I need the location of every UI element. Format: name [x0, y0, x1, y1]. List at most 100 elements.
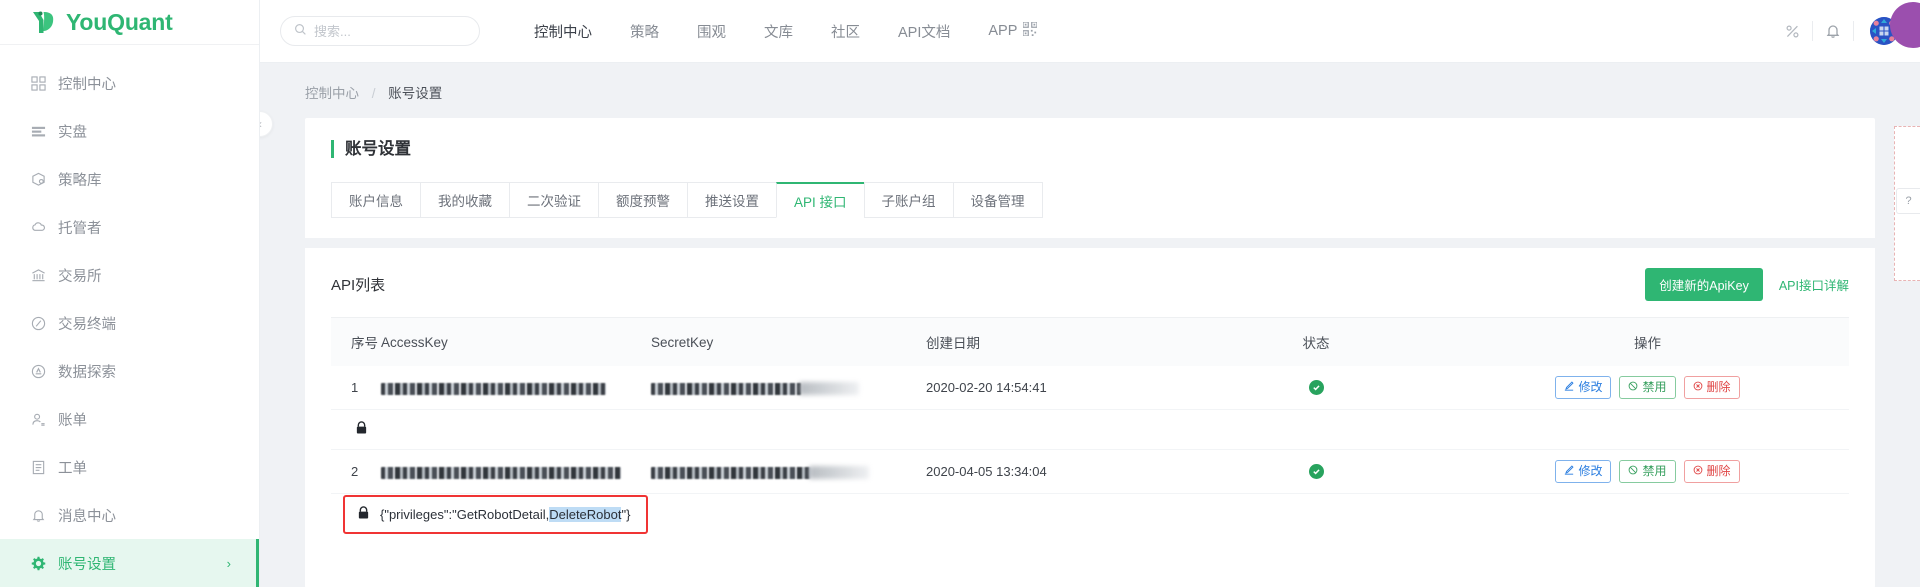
list-icon: [30, 123, 47, 140]
tab-favorites[interactable]: 我的收藏: [420, 182, 509, 218]
divider: [1853, 21, 1854, 41]
ban-icon: [1628, 464, 1638, 479]
sidebar-item-label: 账单: [58, 412, 87, 429]
notification-bell-icon[interactable]: [1813, 23, 1853, 39]
sidebar-item-trading-terminal[interactable]: 交易终端: [0, 299, 259, 347]
edit-button[interactable]: 修改: [1555, 460, 1612, 483]
sidebar-item-hosts[interactable]: 托管者: [0, 203, 259, 251]
masked-value: [381, 382, 606, 395]
brand-logo-area[interactable]: YouQuant: [0, 0, 259, 45]
top-menu-item-dashboard[interactable]: 控制中心: [515, 21, 611, 42]
search-box[interactable]: [280, 16, 480, 46]
masked-tail: [809, 466, 869, 480]
privileges-suffix: "}: [621, 506, 631, 522]
top-menu-item-strategy[interactable]: 策略: [611, 21, 678, 42]
disable-button[interactable]: 禁用: [1619, 460, 1676, 483]
lock-icon: [355, 421, 368, 438]
search-icon: [294, 23, 307, 39]
row-index: 1: [351, 380, 359, 395]
sidebar-item-strategy-library[interactable]: 策略库: [0, 155, 259, 203]
delete-button[interactable]: 删除: [1683, 376, 1740, 399]
button-label: 删除: [1706, 464, 1731, 478]
column-header-created-at: 创建日期: [926, 336, 980, 351]
tab-push-settings[interactable]: 推送设置: [687, 182, 776, 218]
tab-sub-accounts[interactable]: 子账户组: [863, 182, 953, 218]
sidebar-item-data-explore[interactable]: 数据探索: [0, 347, 259, 395]
sidebar-item-label: 交易终端: [58, 316, 116, 333]
button-label: 禁用: [1642, 464, 1667, 478]
create-apikey-button[interactable]: 创建新的ApiKey: [1645, 268, 1763, 301]
tab-account-info[interactable]: 账户信息: [331, 182, 420, 218]
dashboard-icon: [30, 75, 47, 92]
theme-toggle-icon[interactable]: [1772, 23, 1812, 40]
sidebar-item-label: 策略库: [58, 172, 102, 189]
row-created-at: 2020-04-05 13:34:04: [926, 464, 1047, 479]
disable-button[interactable]: 禁用: [1619, 376, 1676, 399]
breadcrumb-separator: /: [371, 86, 376, 101]
leaf-logo-icon: [30, 9, 57, 36]
table-row: 1 2020-02-20 14:54:41 修改 禁用 删除: [331, 366, 1849, 410]
top-menu-item-api-docs[interactable]: API文档: [879, 21, 969, 42]
api-detail-link[interactable]: API接口详解: [1779, 275, 1849, 294]
search-input[interactable]: [314, 23, 454, 39]
api-key-table: 序号 AccessKey SecretKey 创建日期 状态 操作 1 2020…: [331, 317, 1849, 534]
sidebar-item-label: 实盘: [58, 124, 87, 141]
sidebar-item-bills[interactable]: 账单: [0, 395, 259, 443]
sidebar-item-live-trading[interactable]: 实盘: [0, 107, 259, 155]
database-icon: [30, 363, 47, 380]
row-status: [1186, 464, 1446, 479]
breadcrumb: 控制中心 / 账号设置: [260, 63, 1920, 118]
sidebar-item-tickets[interactable]: 工单: [0, 443, 259, 491]
privileges-highlight-box[interactable]: {"privileges":"GetRobotDetail,DeleteRobo…: [343, 494, 649, 534]
row-operations: 修改 禁用 删除: [1446, 460, 1849, 483]
masked-value: [381, 466, 621, 479]
user-bill-icon: [30, 411, 47, 428]
sidebar-item-dashboard[interactable]: 控制中心: [0, 59, 259, 107]
sidebar-item-label: 数据探索: [58, 364, 116, 381]
top-menu-item-watch[interactable]: 围观: [678, 21, 745, 42]
column-header-operations: 操作: [1634, 336, 1661, 351]
lock-icon: [357, 505, 370, 523]
top-menu-item-app[interactable]: APP: [969, 21, 1056, 40]
column-header-index: 序号: [351, 336, 378, 351]
top-menu-item-community[interactable]: 社区: [812, 21, 879, 42]
sidebar-item-label: 工单: [58, 460, 87, 477]
tab-device-manage[interactable]: 设备管理: [952, 182, 1043, 218]
brand-name: YouQuant: [66, 8, 173, 35]
tab-quota-alert[interactable]: 额度预警: [598, 182, 687, 218]
button-label: 修改: [1578, 464, 1603, 478]
box-icon: [30, 171, 47, 188]
breadcrumb-current: 账号设置: [388, 86, 443, 101]
row-privileges-highlighted: {"privileges":"GetRobotDetail,DeleteRobo…: [331, 494, 1849, 534]
privileges-selected-text: DeleteRobot: [549, 506, 622, 522]
panel-wrapper: 账号设置 账户信息 我的收藏 二次验证 额度预警 推送设置 API 接口 子账户…: [260, 118, 1920, 587]
sidebar-item-message-center[interactable]: 消息中心: [0, 491, 259, 539]
chevron-right-icon: ›: [226, 555, 231, 571]
edit-icon: [1564, 464, 1575, 479]
row-created-at: 2020-02-20 14:54:41: [926, 380, 1047, 395]
sidebar-item-account-settings[interactable]: 账号设置 ›: [0, 539, 259, 587]
delete-button[interactable]: 删除: [1683, 460, 1740, 483]
application-window: YouQuant 控制中心 实盘 策略库 托管者 交易所 交易终端 数据探索 账…: [0, 0, 1920, 587]
sidebar-nav: 控制中心 实盘 策略库 托管者 交易所 交易终端 数据探索 账单 工单 消息中心…: [0, 45, 259, 587]
account-settings-panel: 账号设置 账户信息 我的收藏 二次验证 额度预警 推送设置 API 接口 子账户…: [305, 118, 1875, 587]
edit-button[interactable]: 修改: [1555, 376, 1612, 399]
row-operations: 修改 禁用 删除: [1446, 376, 1849, 399]
row-secretkey-masked: [651, 380, 926, 396]
sidebar: YouQuant 控制中心 实盘 策略库 托管者 交易所 交易终端 数据探索 账…: [0, 0, 260, 587]
help-tab-button[interactable]: ?: [1896, 188, 1920, 214]
tab-api[interactable]: API 接口: [776, 182, 864, 218]
bell-icon: [30, 507, 47, 524]
section-divider: [305, 238, 1875, 248]
api-list-actions: 创建新的ApiKey API接口详解: [1645, 268, 1849, 301]
breadcrumb-root[interactable]: 控制中心: [305, 86, 359, 101]
button-label: 禁用: [1642, 380, 1667, 394]
top-menu: 控制中心 策略 围观 文库 社区 API文档 APP: [515, 21, 1056, 42]
cloud-icon: [30, 219, 47, 236]
column-header-accesskey: AccessKey: [381, 334, 448, 350]
masked-value: [651, 382, 801, 395]
sidebar-item-exchange[interactable]: 交易所: [0, 251, 259, 299]
top-menu-item-library[interactable]: 文库: [745, 21, 812, 42]
tab-two-factor[interactable]: 二次验证: [509, 182, 598, 218]
edit-icon: [1564, 380, 1575, 395]
